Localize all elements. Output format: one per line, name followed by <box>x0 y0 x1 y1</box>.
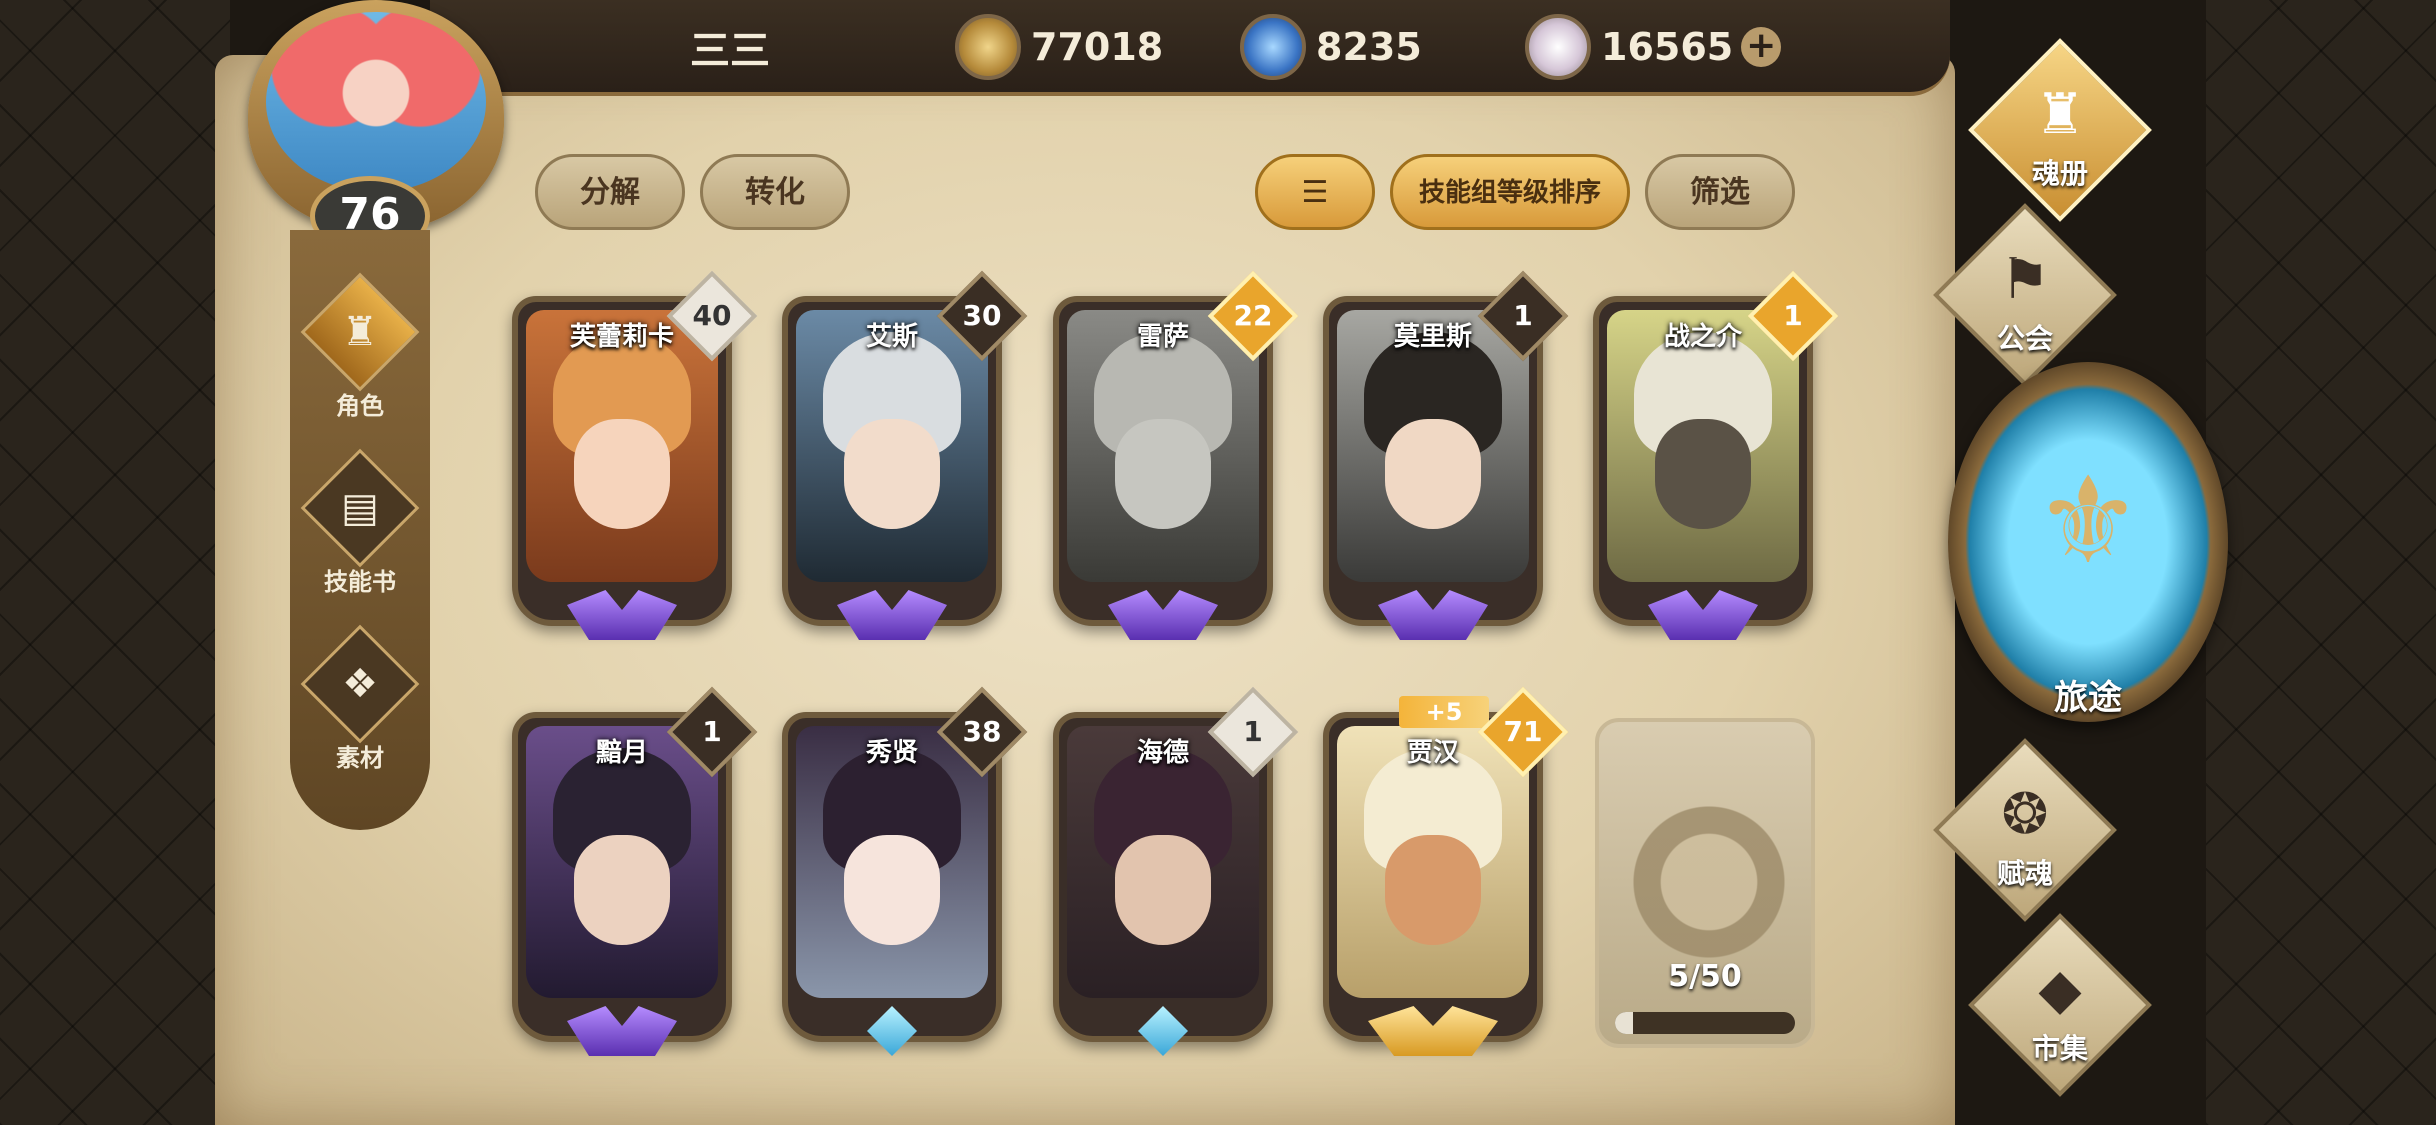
nav-item-material[interactable]: ❖ 素材 <box>290 624 430 792</box>
menu-label: 赋魂 <box>1996 857 2053 890</box>
decompose-button[interactable]: 分解 <box>535 154 685 230</box>
flag-icon: ⚑ <box>1999 247 2051 312</box>
bonus-tag: +5 <box>1399 696 1489 728</box>
gem-value: 16565 <box>1601 25 1734 69</box>
helmet-icon: ♜ <box>2034 82 2086 147</box>
menu-soul-book[interactable]: ♜ 魂册 <box>1960 38 2160 222</box>
book-icon: ▤ <box>300 448 420 568</box>
placeholder-silhouette <box>1629 772 1789 972</box>
diamond-icon: ◆ <box>2038 957 2082 1022</box>
journey-label: 旅途 <box>2054 678 2122 718</box>
menu-label: 魂册 <box>2031 157 2088 190</box>
sort-order-button[interactable]: ☰ <box>1255 154 1375 230</box>
character-card[interactable]: 战之介 1 <box>1593 270 1839 640</box>
character-card[interactable]: +5 贾汉 71 <box>1323 686 1569 1056</box>
crystal-value: 8235 <box>1316 25 1422 69</box>
character-card[interactable]: 海德 1 <box>1053 686 1299 1056</box>
blue-crystal-icon <box>1240 14 1306 80</box>
menu-label: 公会 <box>1996 322 2053 355</box>
menu-label: 市集 <box>2031 1032 2088 1065</box>
gem-currency: 16565 + <box>1525 12 1782 82</box>
crystal-currency: 8235 <box>1240 12 1422 82</box>
character-card[interactable]: 莫里斯 1 <box>1323 270 1569 640</box>
nav-item-skill-book[interactable]: ▤ 技能书 <box>290 448 430 616</box>
character-card[interactable]: 黯月 1 <box>512 686 758 1056</box>
right-border-pattern <box>2206 0 2436 1125</box>
menu-market[interactable]: ◆ 市集 <box>1960 913 2160 1097</box>
flame-icon: ❂ <box>2001 782 2049 847</box>
gem-icon <box>1525 14 1591 80</box>
gold-currency: 77018 <box>955 12 1163 82</box>
left-border-pattern <box>0 0 230 1125</box>
sort-icon: ☰ <box>1301 175 1329 210</box>
character-card[interactable]: 雷萨 22 <box>1053 270 1299 640</box>
helmet-icon: ♜ <box>300 272 420 392</box>
journey-emblem-icon: ⚜ <box>2034 452 2142 591</box>
player-name[interactable]: 三三 <box>640 18 820 76</box>
slot-progress-fill <box>1615 1012 1633 1034</box>
add-gem-button[interactable]: + <box>1741 27 1782 67</box>
gold-coin-icon <box>955 14 1021 80</box>
nav-item-character[interactable]: ♜ 角色 <box>290 272 430 440</box>
slot-progress-bar <box>1615 1012 1795 1034</box>
filter-button[interactable]: 筛选 <box>1645 154 1795 230</box>
character-card[interactable]: 艾斯 30 <box>782 270 1028 640</box>
menu-guild[interactable]: ⚑ 公会 <box>1925 203 2125 387</box>
character-card[interactable]: 芙蕾莉卡 40 <box>512 270 758 640</box>
menu-endow-soul[interactable]: ❂ 赋魂 <box>1925 738 2125 922</box>
material-icon: ❖ <box>300 624 420 744</box>
slot-count: 5/50 <box>1668 959 1742 994</box>
gold-value: 77018 <box>1031 25 1164 69</box>
avatar-portrait <box>266 12 486 192</box>
character-card[interactable]: 秀贤 38 <box>782 686 1028 1056</box>
left-nav-panel: ♜ 角色 ▤ 技能书 ❖ 素材 <box>290 230 430 830</box>
journey-button[interactable]: ⚜ 旅途 <box>1948 362 2228 732</box>
empty-character-slot[interactable]: 5/50 <box>1595 718 1815 1048</box>
sort-by-skill-level-button[interactable]: 技能组等级排序 <box>1390 154 1630 230</box>
convert-button[interactable]: 转化 <box>700 154 850 230</box>
